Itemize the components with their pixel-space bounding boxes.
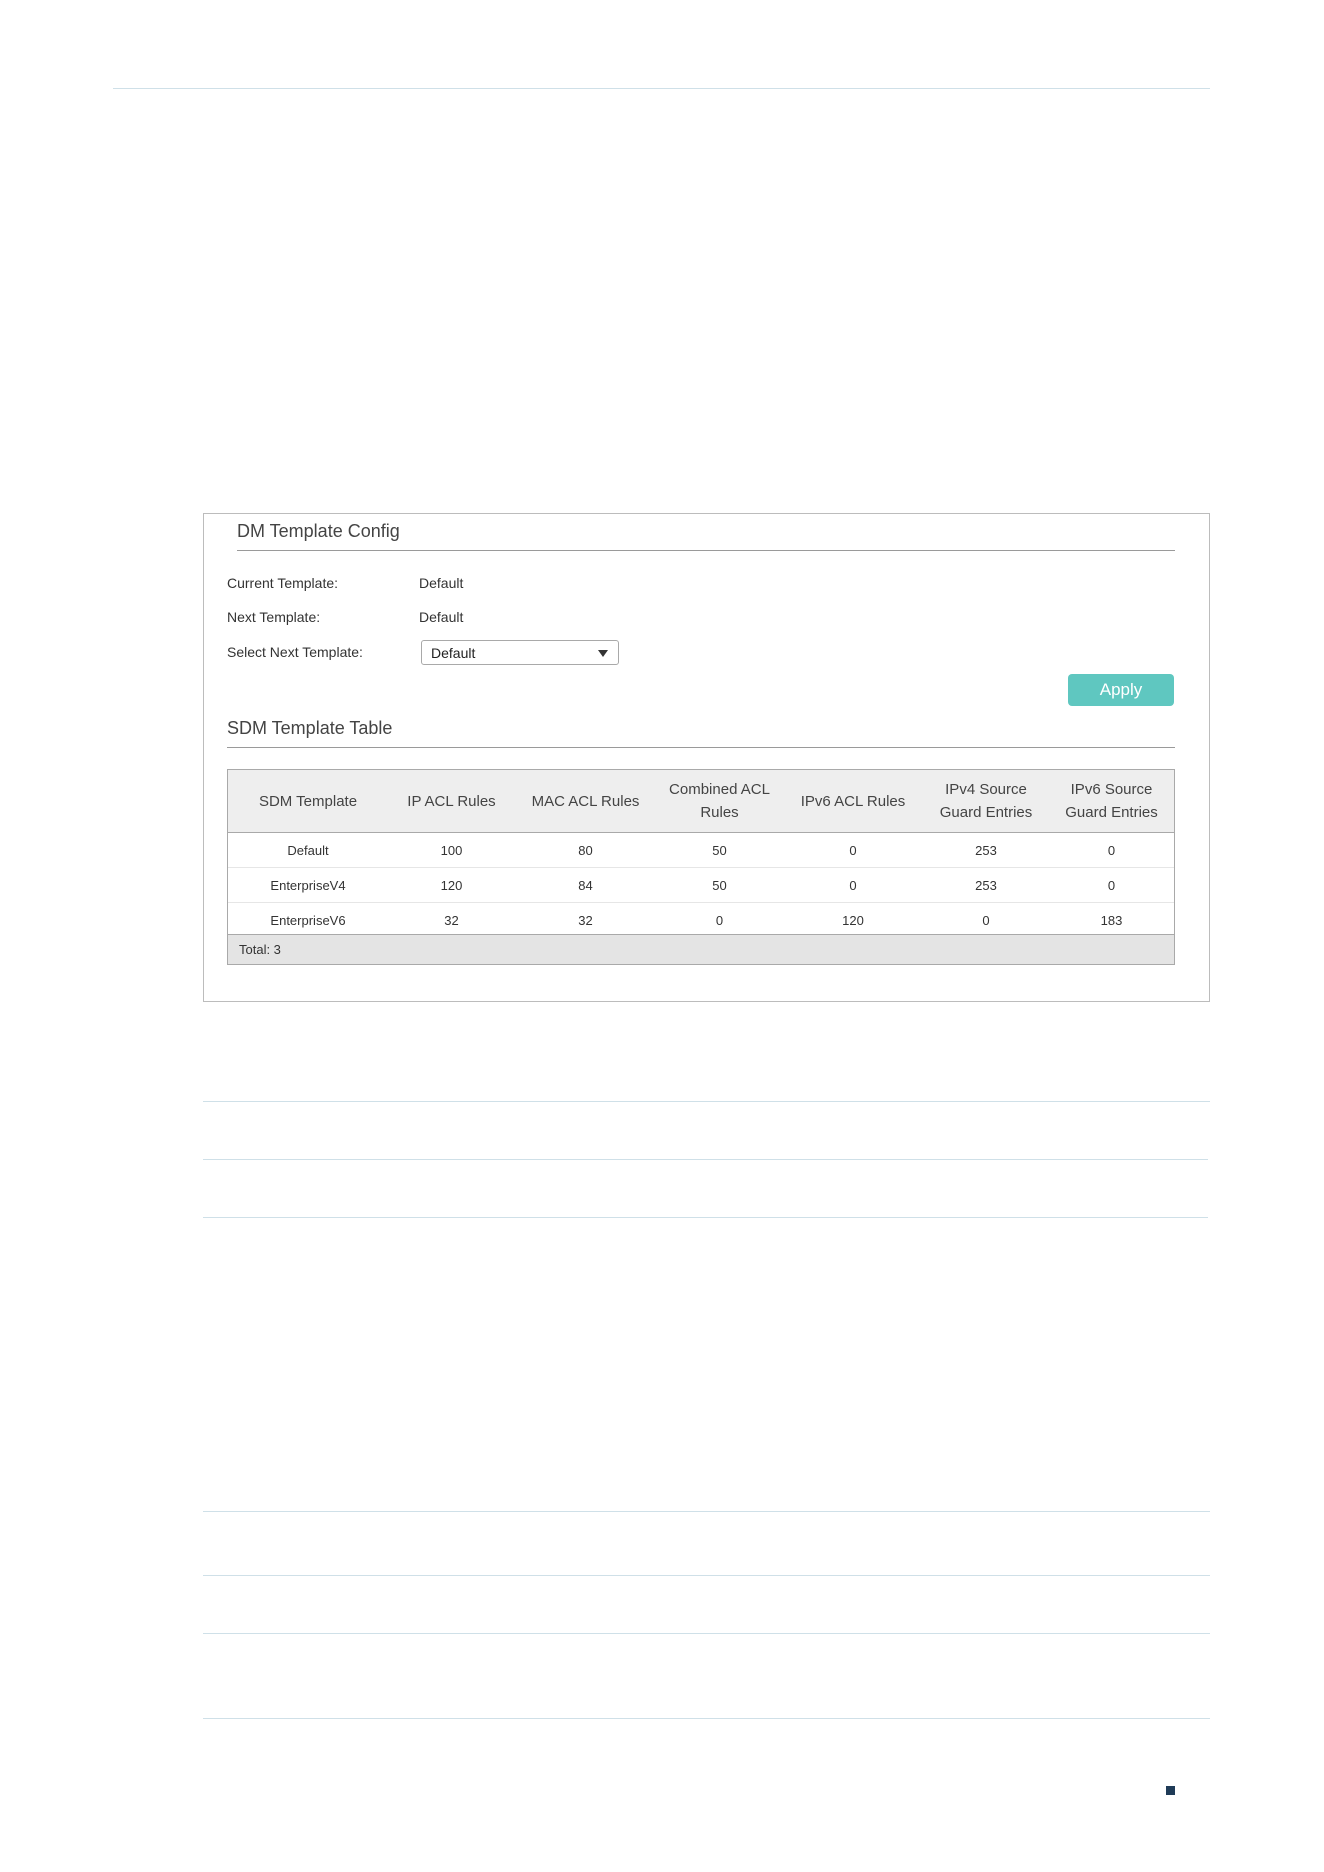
divider-rule <box>203 1511 1210 1512</box>
table-cell: 0 <box>982 912 990 928</box>
column-header-ipv6-source-guard: IPv6 Source Guard Entries <box>1049 770 1174 833</box>
select-next-template-dropdown[interactable]: Default <box>421 640 619 665</box>
column-header-combined-acl-rules: Combined ACL Rules <box>656 770 783 833</box>
column-header-ipv6-acl-rules: IPv6 ACL Rules <box>783 770 923 833</box>
chevron-down-icon <box>598 650 608 657</box>
divider-rule <box>203 1101 1210 1102</box>
table-total-count: Total: 3 <box>239 942 281 957</box>
page-marker-icon <box>1166 1786 1175 1795</box>
table-header-row: SDM Template IP ACL Rules MAC ACL Rules … <box>228 770 1174 833</box>
table-row: EnterpriseV4 120 84 50 0 253 0 <box>228 867 1174 903</box>
divider-rule <box>203 1633 1210 1634</box>
table-cell: 32 <box>578 912 593 928</box>
page-header-rule <box>113 88 1210 89</box>
sdm-template-panel: DM Template Config Current Template: Def… <box>203 513 1210 1002</box>
column-header-sdm-template: SDM Template <box>228 770 388 833</box>
divider-rule <box>203 1575 1210 1576</box>
current-template-label: Current Template: <box>227 575 339 591</box>
divider-rule <box>203 1159 1208 1160</box>
table-cell: 80 <box>515 832 656 868</box>
table-section-title: SDM Template Table <box>227 718 393 738</box>
table-cell: EnterpriseV4 <box>228 867 388 903</box>
config-section-title: DM Template Config <box>237 521 400 541</box>
current-template-value: Default <box>419 575 464 591</box>
table-cell: 120 <box>388 867 515 903</box>
table-cell: 84 <box>515 867 656 903</box>
table-footer: Total: 3 <box>228 934 1174 964</box>
divider-rule <box>203 1217 1208 1218</box>
sdm-template-table: SDM Template IP ACL Rules MAC ACL Rules … <box>227 769 1175 965</box>
table-cell: 0 <box>783 867 923 903</box>
table-section-rule <box>227 747 1175 748</box>
apply-button[interactable]: Apply <box>1068 674 1174 706</box>
next-template-label: Next Template: <box>227 609 321 625</box>
table-cell: 50 <box>656 832 783 868</box>
table-cell: 0 <box>783 832 923 868</box>
table-cell: 0 <box>715 912 724 928</box>
config-section-rule <box>237 550 1175 551</box>
divider-rule <box>203 1718 1210 1719</box>
column-header-ip-acl-rules: IP ACL Rules <box>388 770 515 833</box>
table-cell: 183 <box>1100 912 1123 928</box>
select-next-template-value: Default <box>431 645 476 661</box>
select-next-template-label: Select Next Template: <box>227 644 363 660</box>
table-cell: 32 <box>444 912 459 928</box>
table-row: Default 100 80 50 0 253 0 <box>228 832 1174 868</box>
table-cell: 253 <box>923 832 1049 868</box>
table-cell: 0 <box>1049 867 1174 903</box>
table-cell: 50 <box>656 867 783 903</box>
column-header-ipv4-source-guard: IPv4 Source Guard Entries <box>923 770 1049 833</box>
next-template-value: Default <box>419 609 464 625</box>
table-cell: Default <box>228 832 388 868</box>
table-row: EnterpriseV6 32 32 0 120 0 183 <box>228 903 1174 938</box>
table-cell: 253 <box>923 867 1049 903</box>
table-cell: 0 <box>1049 832 1174 868</box>
table-cell: EnterpriseV6 <box>270 912 346 928</box>
column-header-mac-acl-rules: MAC ACL Rules <box>515 770 656 833</box>
table-cell: 100 <box>388 832 515 868</box>
table-cell: 120 <box>842 912 864 928</box>
